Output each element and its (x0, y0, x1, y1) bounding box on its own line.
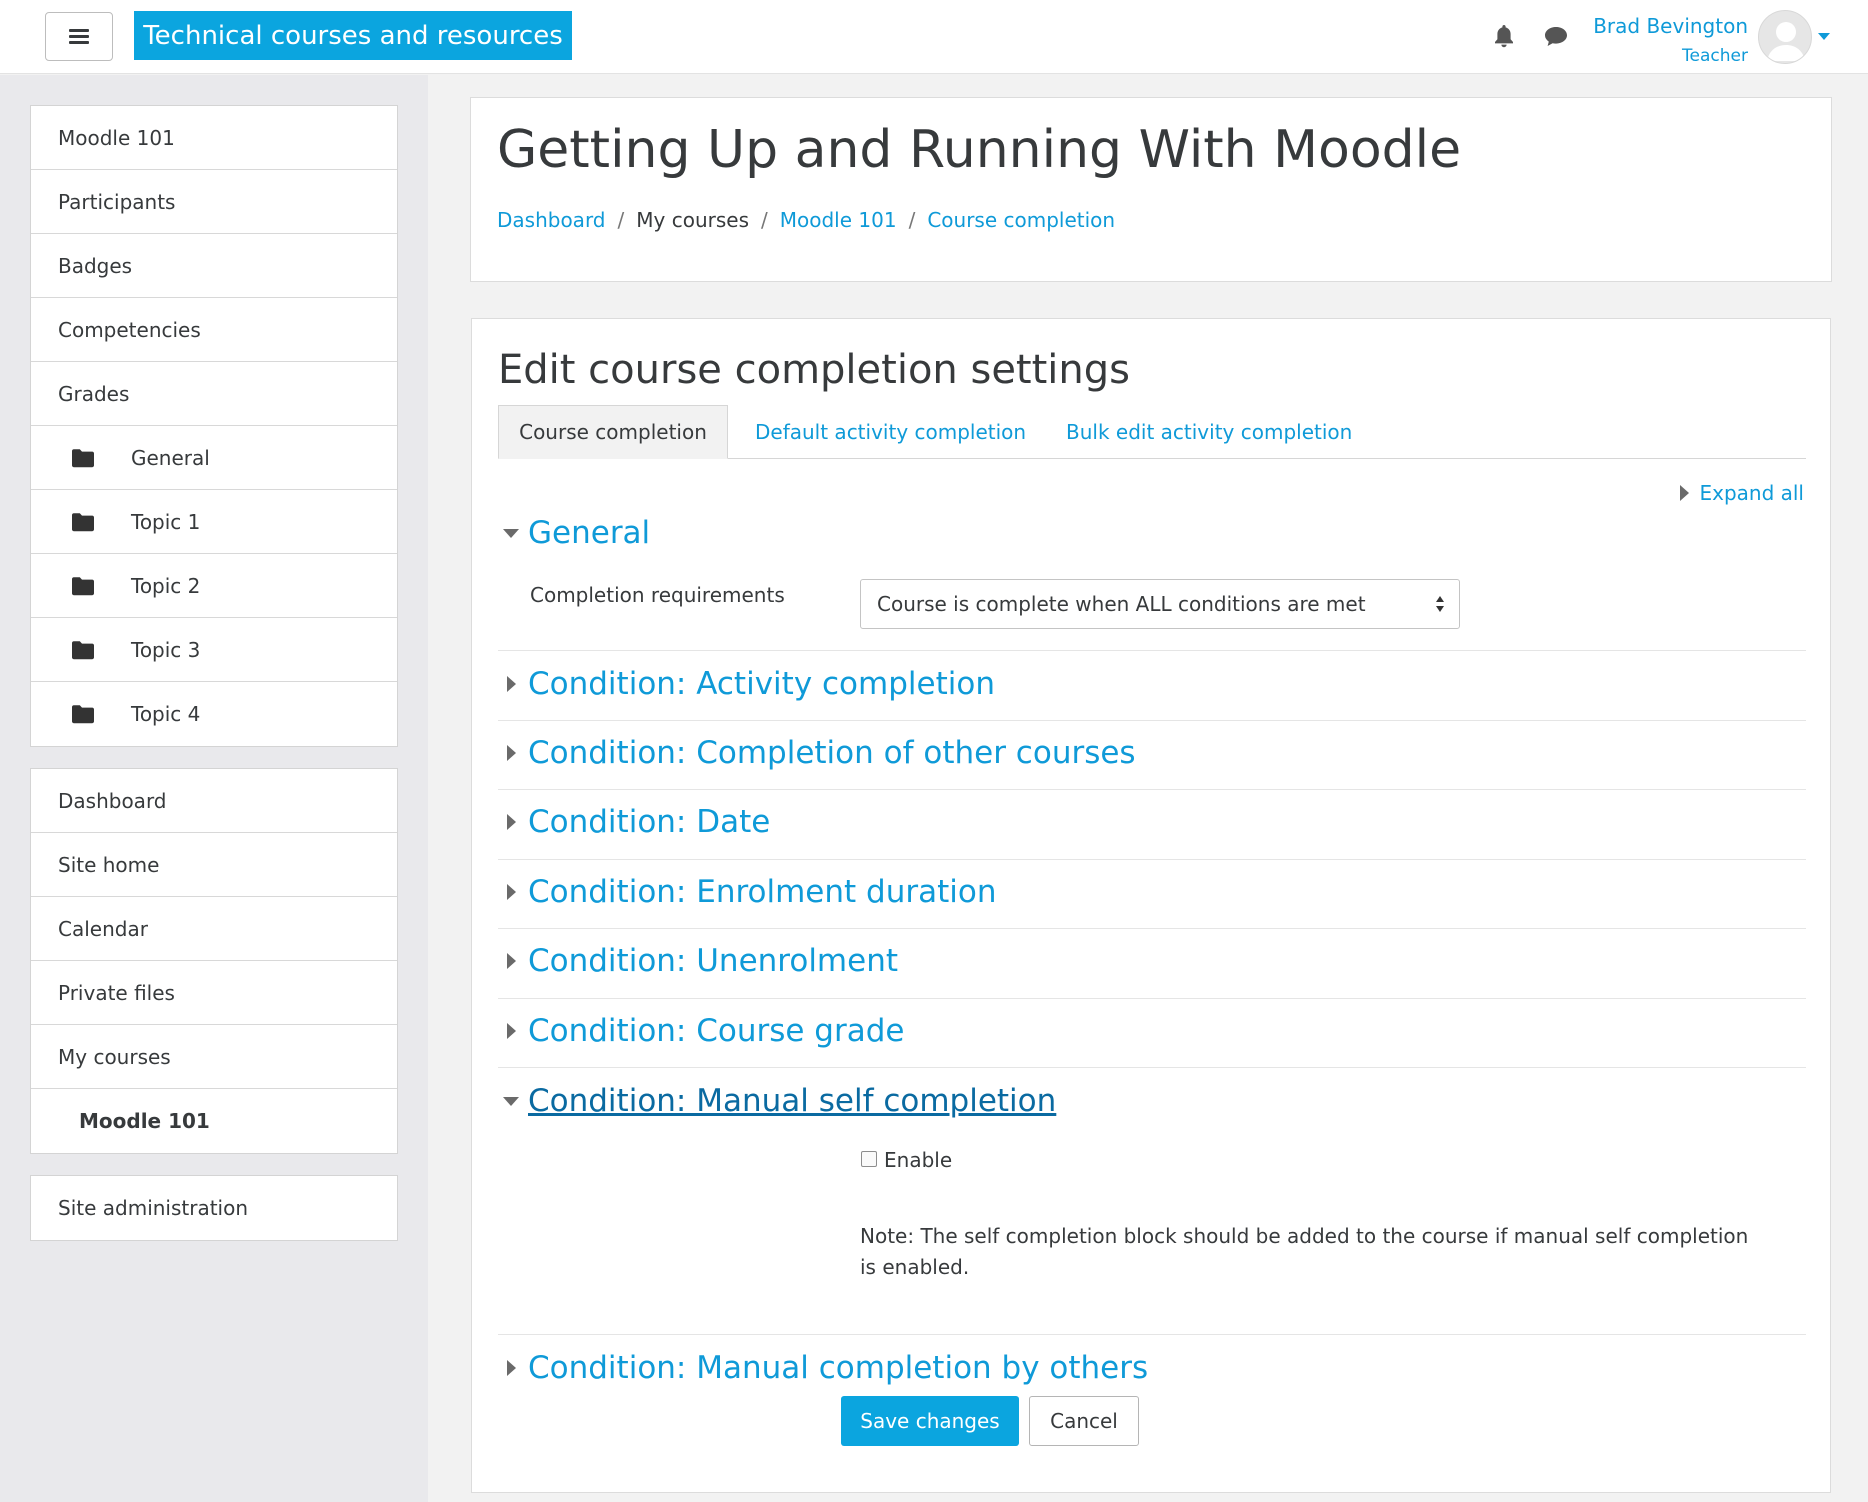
nav-item-topic-3[interactable]: Topic 3 (31, 618, 397, 682)
breadcrumb: Dashboard / My courses / Moodle 101 / Co… (497, 208, 1115, 232)
completion-requirements-select[interactable]: Course is complete when ALL conditions a… (860, 579, 1460, 629)
folder-icon (71, 576, 95, 596)
divider (498, 720, 1806, 721)
chat-icon[interactable] (1542, 22, 1570, 50)
breadcrumb-separator: / (908, 208, 916, 232)
fieldset-enrolment-duration-header[interactable]: Condition: Enrolment duration (498, 874, 996, 910)
page-header: Getting Up and Running With Moodle Dashb… (470, 97, 1832, 282)
caret-right-icon (1680, 485, 1690, 501)
avatar[interactable] (1758, 10, 1812, 64)
fieldset-date-header[interactable]: Condition: Date (498, 804, 770, 840)
folder-icon (71, 512, 95, 532)
divider (498, 859, 1806, 860)
completion-requirements-label: Completion requirements (530, 583, 785, 607)
fieldset-activity-completion-header[interactable]: Condition: Activity completion (498, 666, 995, 702)
self-completion-enable-checkbox[interactable] (861, 1151, 877, 1167)
caret-right-icon (506, 676, 516, 692)
caret-right-icon (506, 953, 516, 969)
tab-bulk-edit-activity-completion[interactable]: Bulk edit activity completion (1066, 405, 1352, 459)
breadcrumb-course-completion[interactable]: Course completion (927, 208, 1115, 232)
breadcrumb-dashboard[interactable]: Dashboard (497, 208, 606, 232)
nav-item-topic-2[interactable]: Topic 2 (31, 554, 397, 618)
nav-item-participants[interactable]: Participants (31, 170, 397, 234)
fieldset-unenrolment-header[interactable]: Condition: Unenrolment (498, 943, 898, 979)
site-nav-block: Dashboard Site home Calendar Private fil… (30, 768, 398, 1154)
divider (498, 998, 1806, 999)
course-nav-block: Moodle 101 Participants Badges Competenc… (30, 105, 398, 747)
nav-item-topic-1[interactable]: Topic 1 (31, 490, 397, 554)
divider (498, 789, 1806, 790)
fieldset-general-header[interactable]: General (498, 515, 650, 551)
site-name-link[interactable]: Technical courses and resources (134, 11, 572, 60)
nav-item-competencies[interactable]: Competencies (31, 298, 397, 362)
self-completion-enable-label: Enable (884, 1148, 953, 1172)
caret-right-icon (506, 745, 516, 761)
divider (498, 1067, 1806, 1068)
nav-item-badges[interactable]: Badges (31, 234, 397, 298)
fieldset-course-grade-header[interactable]: Condition: Course grade (498, 1013, 904, 1049)
user-name[interactable]: Brad Bevington (1593, 14, 1748, 38)
save-changes-button[interactable]: Save changes (841, 1396, 1019, 1446)
fieldset-manual-self-completion-header[interactable]: Condition: Manual self completion (498, 1083, 1056, 1119)
page-title: Getting Up and Running With Moodle (497, 120, 1462, 180)
folder-icon (71, 448, 95, 468)
divider (498, 928, 1806, 929)
nav-item-my-courses[interactable]: My courses (31, 1025, 397, 1089)
caret-right-icon (506, 884, 516, 900)
nav-item-current-course[interactable]: Moodle 101 (31, 1089, 397, 1153)
fieldset-manual-completion-others-header[interactable]: Condition: Manual completion by others (498, 1350, 1148, 1386)
caret-down-icon (503, 1096, 519, 1106)
bell-icon[interactable] (1490, 22, 1518, 50)
nav-drawer: Moodle 101 Participants Badges Competenc… (0, 75, 428, 1502)
tab-course-completion[interactable]: Course completion (498, 405, 728, 459)
fieldset-other-courses-header[interactable]: Condition: Completion of other courses (498, 735, 1136, 771)
nav-item-dashboard[interactable]: Dashboard (31, 769, 397, 833)
breadcrumb-my-courses: My courses (636, 208, 749, 232)
nav-item-calendar[interactable]: Calendar (31, 897, 397, 961)
nav-item-grades[interactable]: Grades (31, 362, 397, 426)
menu-icon (69, 26, 89, 47)
caret-right-icon (506, 814, 516, 830)
tab-default-activity-completion[interactable]: Default activity completion (755, 405, 1026, 459)
user-role: Teacher (1682, 46, 1748, 66)
expand-all-link[interactable]: Expand all (1680, 481, 1804, 505)
section-title: Edit course completion settings (498, 347, 1130, 393)
divider (498, 1334, 1806, 1335)
self-completion-note: Note: The self completion block should b… (860, 1224, 1749, 1279)
navbar: Technical courses and resources Brad Bev… (0, 0, 1868, 74)
folder-icon (71, 640, 95, 660)
cancel-button[interactable]: Cancel (1029, 1396, 1139, 1446)
nav-item-site-administration[interactable]: Site administration (31, 1176, 397, 1240)
nav-item-private-files[interactable]: Private files (31, 961, 397, 1025)
caret-down-icon[interactable] (1818, 33, 1830, 40)
select-arrows-icon (1436, 596, 1444, 612)
main-content: Edit course completion settings Course c… (471, 318, 1831, 1493)
breadcrumb-moodle-101[interactable]: Moodle 101 (780, 208, 897, 232)
caret-right-icon (506, 1023, 516, 1039)
breadcrumb-separator: / (761, 208, 768, 232)
divider (498, 650, 1806, 651)
caret-right-icon (506, 1360, 516, 1376)
nav-item-moodle-101[interactable]: Moodle 101 (31, 106, 397, 170)
breadcrumb-separator: / (617, 208, 625, 232)
nav-item-general[interactable]: General (31, 426, 397, 490)
nav-item-site-home[interactable]: Site home (31, 833, 397, 897)
admin-nav-block: Site administration (30, 1175, 398, 1241)
nav-item-topic-4[interactable]: Topic 4 (31, 682, 397, 746)
tabs: Course completion Default activity compl… (498, 405, 1806, 459)
caret-down-icon (503, 528, 519, 538)
folder-icon (71, 704, 95, 724)
menu-toggle-button[interactable] (45, 12, 113, 61)
